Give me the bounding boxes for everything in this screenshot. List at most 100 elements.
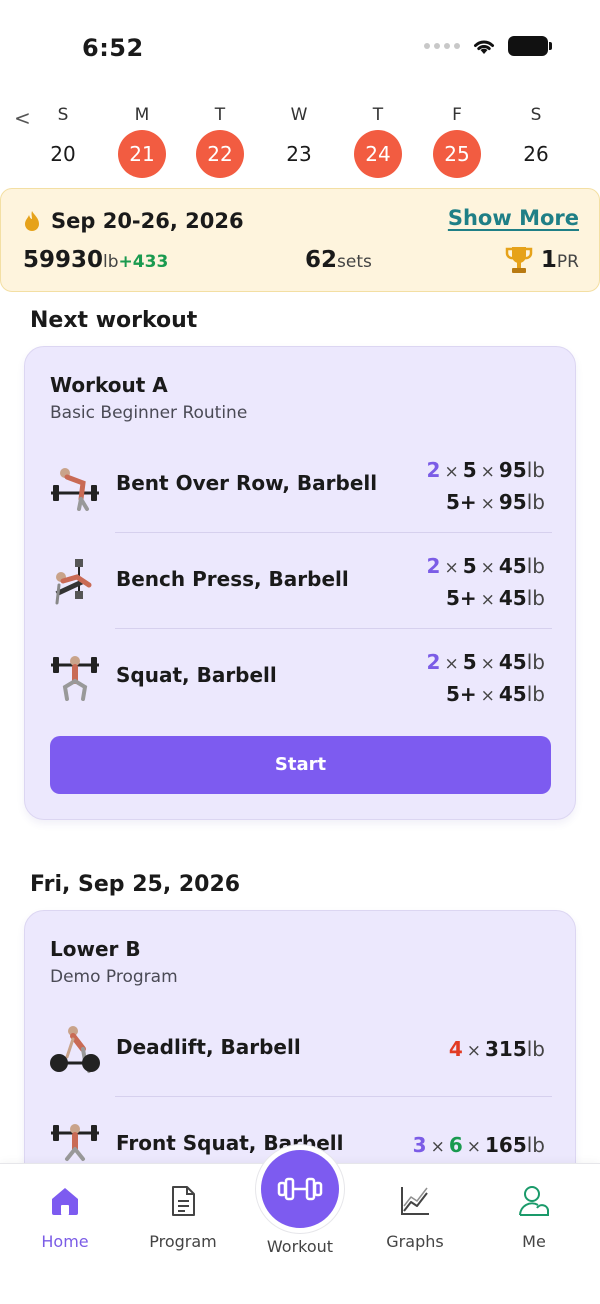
day-number: 23 xyxy=(286,142,312,166)
day-letter: M xyxy=(134,105,150,125)
day-wednesday[interactable]: W 23 xyxy=(271,100,327,178)
cellular-signal-icon xyxy=(424,43,460,49)
weight-value: 95 xyxy=(498,490,527,514)
squat-thumbnail xyxy=(51,656,99,701)
exercise-sets-summary: 4 × 315lb xyxy=(449,1034,545,1066)
times-sign: × xyxy=(444,462,459,482)
workout-program: Basic Beginner Routine xyxy=(50,403,248,423)
summary-prs: 1PR xyxy=(505,245,579,275)
workout-title: Lower B xyxy=(50,937,141,961)
times-sign: × xyxy=(480,654,495,674)
set-count: 2 xyxy=(426,650,441,674)
weight-unit: lb xyxy=(526,682,545,706)
tab-program[interactable]: Program xyxy=(133,1184,233,1251)
workout-program: Demo Program xyxy=(50,967,178,987)
weight-value: 45 xyxy=(498,650,527,674)
status-icons xyxy=(424,36,552,56)
day-number-completed: 21 xyxy=(118,130,166,178)
next-workout-card[interactable]: Workout A Basic Beginner Routine Bent Ov… xyxy=(24,346,576,820)
weight-value: 45 xyxy=(498,586,527,610)
summary-sets: 62sets xyxy=(305,247,372,273)
exercise-row[interactable]: Deadlift, Barbell 4 × 315lb xyxy=(25,1001,577,1097)
rep-count: 5+ xyxy=(445,682,477,706)
rep-count: 5+ xyxy=(445,490,477,514)
document-icon xyxy=(172,1186,195,1216)
exercise-row[interactable]: Squat, Barbell 2 × 5 × 45lb 5+ × 45lb xyxy=(25,629,577,725)
set-count: 2 xyxy=(426,554,441,578)
previous-week-chevron-icon[interactable]: < xyxy=(14,106,31,130)
volume-value: 59930 xyxy=(23,247,104,273)
day-letter: S xyxy=(57,105,69,125)
day-letter: T xyxy=(372,105,384,125)
bent-over-row-thumbnail xyxy=(51,468,99,511)
tab-label: Home xyxy=(41,1232,89,1251)
trophy-icon xyxy=(505,247,533,273)
exercise-row[interactable]: Bench Press, Barbell 2 × 5 × 45lb 5+ × 45lb xyxy=(25,533,577,629)
show-more-link[interactable]: Show More xyxy=(448,206,579,230)
times-sign: × xyxy=(466,1041,481,1061)
tab-graphs[interactable]: Graphs xyxy=(365,1184,465,1251)
rep-count: 5 xyxy=(462,650,477,674)
weekly-summary-banner: Sep 20-26, 2026 Show More 59930lb+433 62… xyxy=(0,188,600,292)
start-workout-button[interactable]: Start xyxy=(50,736,551,794)
weight-value: 45 xyxy=(498,682,527,706)
exercise-name: Squat, Barbell xyxy=(116,663,277,687)
day-saturday[interactable]: S 26 xyxy=(508,100,564,178)
wifi-icon xyxy=(474,40,494,54)
sets-unit: sets xyxy=(337,252,372,272)
workout-fab-button[interactable] xyxy=(256,1145,344,1233)
volume-delta: +433 xyxy=(118,252,169,272)
day-thursday[interactable]: T 24 xyxy=(350,100,406,178)
tab-me[interactable]: Me xyxy=(484,1184,584,1251)
exercise-sets-summary: 2 × 5 × 95lb 5+ × 95lb xyxy=(427,455,545,519)
pr-value: 1 xyxy=(540,247,557,273)
times-sign: × xyxy=(466,1137,481,1157)
times-sign: × xyxy=(430,1137,445,1157)
workout-title: Workout A xyxy=(50,373,168,397)
day-number-completed: 24 xyxy=(354,130,402,178)
times-sign: × xyxy=(480,462,495,482)
rep-count: 5 xyxy=(462,554,477,578)
weight-unit: lb xyxy=(526,458,545,482)
day-letter: W xyxy=(290,105,308,125)
tab-label: Graphs xyxy=(386,1232,444,1251)
tab-home[interactable]: Home xyxy=(15,1184,115,1251)
weight-unit: lb xyxy=(526,650,545,674)
tab-label: Workout xyxy=(266,1237,334,1256)
day-sunday[interactable]: S 20 xyxy=(35,100,91,178)
exercise-sets-summary: 2 × 5 × 45lb 5+ × 45lb xyxy=(427,551,545,615)
times-sign: × xyxy=(480,558,495,578)
set-count: 2 xyxy=(426,458,441,482)
weight-value: 95 xyxy=(498,458,527,482)
battery-icon xyxy=(508,36,552,56)
day-friday[interactable]: F 25 xyxy=(429,100,485,178)
times-sign: × xyxy=(444,558,459,578)
day-letter: T xyxy=(214,105,226,125)
day-number: 26 xyxy=(523,142,549,166)
tab-workout[interactable]: Workout xyxy=(253,1145,347,1256)
day-tuesday[interactable]: T 22 xyxy=(192,100,248,178)
weight-unit: lb xyxy=(526,1133,545,1157)
day-letter: F xyxy=(452,105,462,125)
weight-value: 45 xyxy=(498,554,527,578)
times-sign: × xyxy=(480,686,495,706)
set-count: 4 xyxy=(448,1037,463,1061)
rep-count: 5 xyxy=(462,458,477,482)
exercise-name: Bent Over Row, Barbell xyxy=(116,471,378,495)
profile-icon xyxy=(519,1186,549,1216)
exercise-sets-summary: 3 × 6 × 165lb xyxy=(413,1130,545,1162)
sets-value: 62 xyxy=(305,247,338,273)
history-date-heading: Fri, Sep 25, 2026 xyxy=(30,872,241,897)
rep-count: 5+ xyxy=(445,586,477,610)
week-strip: < S 20 M 21 T 22 W 23 T 24 F 25 S 26 xyxy=(0,100,600,186)
exercise-name: Bench Press, Barbell xyxy=(116,567,349,591)
times-sign: × xyxy=(480,590,495,610)
day-monday[interactable]: M 21 xyxy=(114,100,170,178)
day-number: 20 xyxy=(50,142,76,166)
times-sign: × xyxy=(480,494,495,514)
flame-icon xyxy=(25,211,39,231)
volume-unit: lb xyxy=(103,252,119,272)
next-workout-heading: Next workout xyxy=(30,308,198,333)
tab-label: Program xyxy=(149,1232,217,1251)
exercise-row[interactable]: Bent Over Row, Barbell 2 × 5 × 95lb 5+ × 95lb xyxy=(25,437,577,533)
